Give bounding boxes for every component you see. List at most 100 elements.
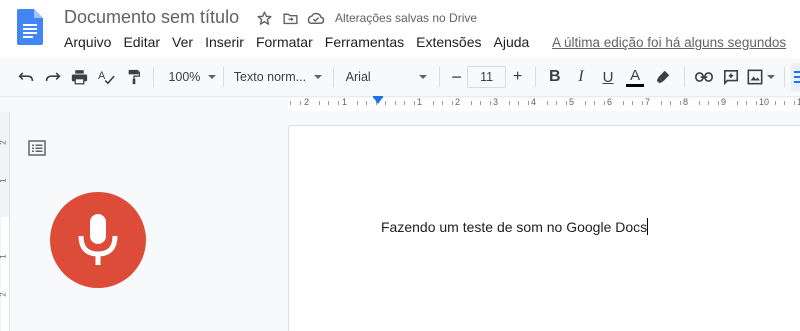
toolbar-divider xyxy=(438,67,440,87)
ruler-tick xyxy=(584,101,586,105)
redo-icon[interactable] xyxy=(39,63,66,91)
ruler-tick xyxy=(356,101,358,105)
document-page[interactable]: Fazendo um teste de som no Google Docs xyxy=(288,125,800,331)
ruler-label: 7 xyxy=(645,97,651,107)
ruler-tick xyxy=(470,101,472,105)
ruler-tick xyxy=(793,101,795,105)
microphone-icon xyxy=(78,214,118,265)
text-cursor xyxy=(647,218,649,235)
move-folder-icon[interactable] xyxy=(281,9,299,27)
decrease-font-size-button[interactable]: − xyxy=(446,63,467,91)
left-indent-marker[interactable] xyxy=(373,97,383,104)
ruler-tick xyxy=(480,101,481,105)
print-icon[interactable] xyxy=(66,63,93,91)
ruler-tick xyxy=(708,101,709,105)
toolbar-divider xyxy=(683,67,685,87)
voice-typing-microphone-button[interactable] xyxy=(50,192,146,288)
ruler-label: 5 xyxy=(569,97,575,107)
ruler-tick xyxy=(774,101,776,105)
ruler-tick xyxy=(318,101,320,105)
zoom-value: 100% xyxy=(168,70,201,84)
vertical-ruler-label: 1 xyxy=(0,178,8,182)
font-size-input[interactable]: 11 xyxy=(467,66,507,88)
insert-image-icon[interactable] xyxy=(745,63,778,91)
ruler-tick xyxy=(698,101,700,105)
spellcheck-icon[interactable]: A xyxy=(93,63,120,91)
header: Documento sem título Alterações salvas n… xyxy=(0,0,800,58)
cloud-check-icon[interactable] xyxy=(307,9,325,27)
toolbar-divider xyxy=(222,67,224,87)
vertical-ruler[interactable]: 2 1 1 2 xyxy=(0,112,10,331)
undo-icon[interactable] xyxy=(12,63,39,91)
ruler-tick xyxy=(546,101,548,105)
zoom-select[interactable]: 100% xyxy=(160,70,217,84)
toolbar-divider xyxy=(535,67,537,87)
vertical-ruler-page xyxy=(1,217,9,331)
ruler-label: 3 xyxy=(493,97,499,107)
ruler-tick xyxy=(784,101,785,105)
ruler-label: 9 xyxy=(721,97,727,107)
ruler-tick xyxy=(679,101,681,105)
ruler-tick xyxy=(451,101,453,105)
paragraph-style-value: Texto norm... xyxy=(233,70,307,84)
document-outline-icon[interactable] xyxy=(28,140,46,156)
ruler-tick xyxy=(394,101,396,105)
ruler-tick xyxy=(299,101,301,105)
document-title[interactable]: Documento sem título xyxy=(64,7,239,28)
text-color-button[interactable]: A xyxy=(622,63,649,91)
ruler-tick xyxy=(641,101,643,105)
menu-extensoes[interactable]: Extensões xyxy=(410,34,487,50)
ruler-tick xyxy=(755,101,757,105)
menu-ajuda[interactable]: Ajuda xyxy=(488,34,536,50)
menu-editar[interactable]: Editar xyxy=(117,34,166,50)
last-edit-link[interactable]: A última edição foi há alguns segundos xyxy=(552,35,786,50)
ruler-tick xyxy=(746,101,747,105)
ruler-tick xyxy=(603,101,605,105)
menu-ferramentas[interactable]: Ferramentas xyxy=(319,34,410,50)
ruler-tick xyxy=(527,101,529,105)
chevron-down-icon xyxy=(418,75,427,79)
chevron-down-icon xyxy=(208,75,217,79)
menu-ver[interactable]: Ver xyxy=(166,34,199,50)
paint-format-icon[interactable] xyxy=(120,63,147,91)
chevron-down-icon xyxy=(767,75,776,79)
toolbar-divider xyxy=(783,67,785,87)
text-color-letter: A xyxy=(630,66,641,84)
ruler-label: 1 xyxy=(417,97,423,107)
ruler-tick xyxy=(337,101,339,105)
star-icon[interactable] xyxy=(255,9,273,27)
menu-formatar[interactable]: Formatar xyxy=(250,34,319,50)
menu-bar: Arquivo Editar Ver Inserir Formatar Ferr… xyxy=(58,34,535,50)
ruler-tick xyxy=(632,101,633,105)
toolbar-divider xyxy=(153,67,155,87)
ruler-tick xyxy=(660,101,662,105)
ruler-tick xyxy=(432,101,434,105)
ruler-label: 2 xyxy=(455,97,461,107)
link-icon[interactable] xyxy=(691,63,718,91)
document-text: Fazendo um teste de som no Google Docs xyxy=(381,219,648,235)
ruler-label: 10 xyxy=(759,97,770,107)
ruler-tick xyxy=(622,101,624,105)
ruler-tick xyxy=(594,101,595,105)
menu-inserir[interactable]: Inserir xyxy=(199,34,250,50)
underline-button[interactable]: U xyxy=(594,63,621,91)
ruler-tick xyxy=(670,101,671,105)
document-body[interactable]: Fazendo um teste de som no Google Docs xyxy=(381,218,649,235)
ruler-label: 6 xyxy=(607,97,613,107)
ruler-tick xyxy=(413,101,415,105)
ruler-tick xyxy=(518,101,519,105)
ruler-tick xyxy=(508,101,510,105)
ruler-tick xyxy=(404,101,405,105)
bold-button[interactable]: B xyxy=(542,63,567,91)
paragraph-style-select[interactable]: Texto norm... xyxy=(230,70,327,84)
docs-logo-icon[interactable] xyxy=(17,9,43,45)
font-select[interactable]: Arial xyxy=(340,70,433,84)
increase-font-size-button[interactable]: + xyxy=(506,63,529,91)
horizontal-ruler[interactable]: 211234567891011 xyxy=(0,96,800,112)
add-comment-icon[interactable] xyxy=(718,63,745,91)
menu-arquivo[interactable]: Arquivo xyxy=(58,34,117,50)
ruler-label: 4 xyxy=(531,97,537,107)
highlighter-icon[interactable] xyxy=(649,63,678,91)
italic-button[interactable]: I xyxy=(567,63,594,91)
align-left-icon[interactable] xyxy=(790,63,800,91)
